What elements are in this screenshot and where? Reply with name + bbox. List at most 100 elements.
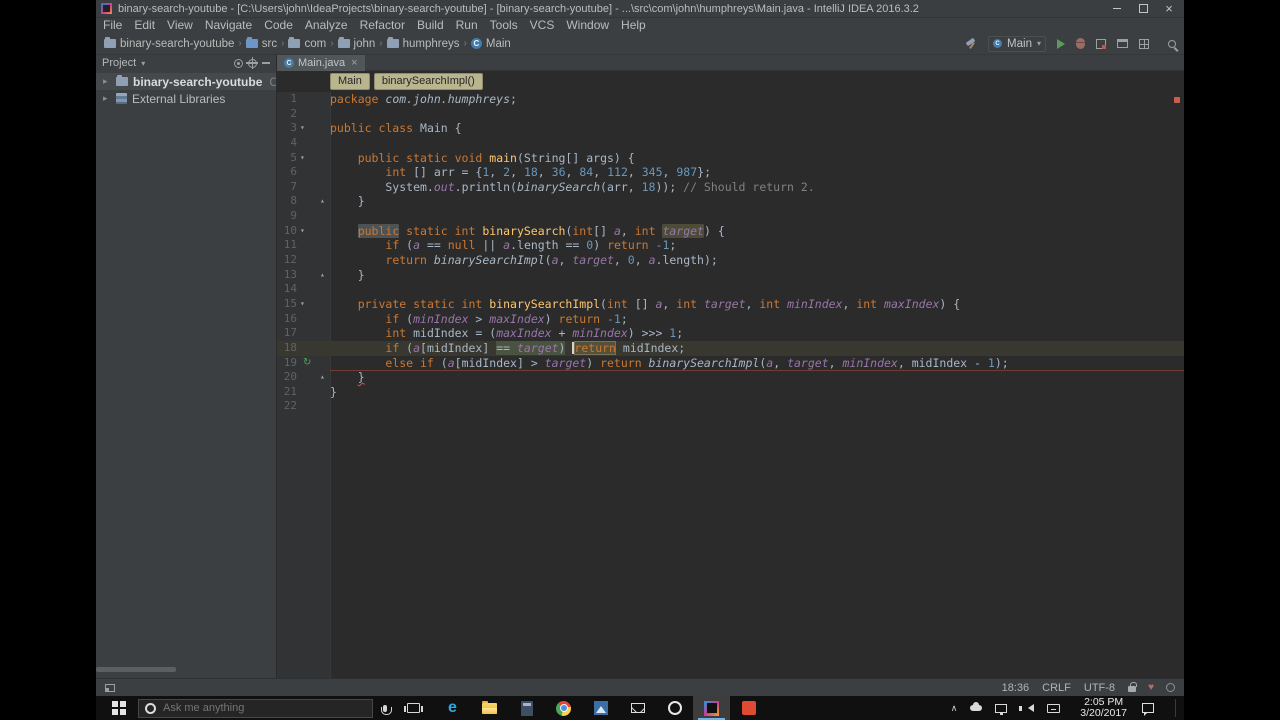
gutter-line-20[interactable]: 20	[277, 370, 330, 385]
gutter-line-1[interactable]: 1	[277, 92, 330, 107]
run-config-selector[interactable]: Main	[988, 35, 1046, 52]
code-line-2[interactable]: 2	[277, 107, 1184, 122]
project-panel-title[interactable]: Project	[102, 57, 136, 69]
toolwindow-switcher-icon[interactable]	[105, 683, 115, 692]
gutter-line-3[interactable]: 3	[277, 121, 330, 136]
restore-button[interactable]	[1130, 1, 1156, 17]
gutter-line-4[interactable]: 4	[277, 136, 330, 151]
gutter-line-18[interactable]: 18	[277, 341, 330, 356]
menu-build[interactable]: Build	[411, 18, 450, 33]
fold-down-icon[interactable]	[300, 151, 305, 166]
menu-navigate[interactable]: Navigate	[199, 18, 258, 33]
chevron-right-icon[interactable]	[103, 76, 111, 87]
menu-analyze[interactable]: Analyze	[299, 18, 354, 33]
hide-panel-icon[interactable]	[262, 62, 270, 64]
gutter-line-9[interactable]: 9	[277, 209, 330, 224]
error-indicator-icon[interactable]	[1174, 97, 1180, 103]
menu-tools[interactable]: Tools	[484, 18, 524, 33]
code-line-4[interactable]: 4	[277, 136, 1184, 151]
code-line-6[interactable]: 6 int [] arr = {1, 2, 18, 36, 84, 112, 3…	[277, 165, 1184, 180]
fold-up-icon[interactable]	[320, 268, 325, 283]
taskbar-app-intellij-idea[interactable]	[693, 696, 730, 720]
code-line-17[interactable]: 17 int midIndex = (maxIndex + minIndex) …	[277, 326, 1184, 341]
code-line-22[interactable]: 22	[277, 399, 1184, 414]
code-line-12[interactable]: 12 return binarySearchImpl(a, target, 0,…	[277, 253, 1184, 268]
coverage-button[interactable]	[1096, 38, 1106, 49]
caret-position[interactable]: 18:36	[1002, 682, 1030, 694]
breadcrumb-item-binary-search-youtube[interactable]: binary-search-youtube	[104, 37, 234, 50]
breadcrumb-item-main[interactable]: Main	[470, 38, 511, 50]
breadcrumb-item-humphreys[interactable]: humphreys	[386, 37, 460, 50]
taskbar-app-music[interactable]	[656, 696, 693, 720]
menu-window[interactable]: Window	[560, 18, 615, 33]
taskbar-app-mail[interactable]	[619, 696, 656, 720]
breadcrumb-method[interactable]: binarySearchImpl()	[373, 73, 483, 90]
chevron-down-icon[interactable]	[141, 59, 145, 68]
action-center-icon[interactable]	[1142, 703, 1154, 716]
toolwindow-button[interactable]	[1117, 39, 1128, 48]
taskbar-app-chrome[interactable]	[545, 696, 582, 720]
code-line-18[interactable]: 18 if (a[midIndex] == target) return mid…	[277, 340, 1184, 356]
readonly-lock-icon[interactable]	[1128, 682, 1137, 692]
touch-keyboard-icon[interactable]	[1047, 703, 1061, 713]
code-line-19[interactable]: 19 else if (a[midIndex] > target) return…	[277, 356, 1184, 371]
gutter-line-17[interactable]: 17	[277, 326, 330, 341]
menu-refactor[interactable]: Refactor	[354, 18, 411, 33]
menu-edit[interactable]: Edit	[128, 18, 161, 33]
onedrive-icon[interactable]	[970, 702, 983, 711]
gutter-line-19[interactable]: 19	[277, 356, 330, 371]
horizontal-scrollbar-thumb[interactable]	[96, 667, 176, 672]
cortana-search-box[interactable]	[138, 698, 373, 718]
taskbar-app-edge[interactable]	[434, 696, 471, 720]
debug-button[interactable]	[1076, 38, 1085, 49]
gutter-line-2[interactable]: 2	[277, 107, 330, 122]
gutter-line-21[interactable]: 21	[277, 385, 330, 400]
menu-file[interactable]: File	[97, 18, 128, 33]
code-line-20[interactable]: 20 }	[277, 370, 1184, 385]
gutter-line-6[interactable]: 6	[277, 165, 330, 180]
start-button[interactable]	[104, 696, 134, 720]
code-line-8[interactable]: 8 }	[277, 194, 1184, 209]
gear-icon[interactable]	[246, 56, 258, 69]
gutter-line-12[interactable]: 12	[277, 253, 330, 268]
fold-up-icon[interactable]	[320, 194, 325, 209]
close-button[interactable]	[1156, 1, 1182, 17]
breadcrumb-item-john[interactable]: john	[337, 37, 375, 50]
fold-down-icon[interactable]	[300, 121, 305, 136]
code-line-3[interactable]: 3public class Main {	[277, 121, 1184, 136]
build-hammer-icon[interactable]	[965, 38, 977, 50]
code-line-1[interactable]: 1 package com.john.humphreys;	[277, 92, 1184, 107]
code-line-9[interactable]: 9	[277, 209, 1184, 224]
tab-main-java[interactable]: Main.java	[277, 55, 365, 71]
code-editor[interactable]: 1package com.john.humphreys;23public cla…	[277, 92, 1184, 678]
breadcrumb-item-com[interactable]: com	[288, 37, 326, 50]
code-line-16[interactable]: 16 if (minIndex > maxIndex) return -1;	[277, 312, 1184, 327]
minimize-button[interactable]	[1104, 1, 1130, 17]
gutter-line-16[interactable]: 16	[277, 312, 330, 327]
title-bar[interactable]: binary-search-youtube - [C:\Users\john\I…	[96, 0, 1184, 18]
code-line-11[interactable]: 11 if (a == null || a.length == 0) retur…	[277, 238, 1184, 253]
chevron-right-icon[interactable]	[103, 93, 111, 104]
breadcrumb-class[interactable]: Main	[330, 73, 370, 90]
show-desktop-button[interactable]	[1175, 699, 1178, 717]
network-icon[interactable]	[995, 703, 1008, 715]
taskbar-app-file-explorer[interactable]	[471, 696, 508, 720]
hidden-icons-chevron-icon[interactable]	[951, 703, 958, 714]
gutter-line-5[interactable]: 5	[277, 151, 330, 166]
menu-vcs[interactable]: VCS	[524, 18, 561, 33]
taskbar-app-calculator[interactable]	[508, 696, 545, 720]
run-button[interactable]	[1057, 38, 1065, 49]
menu-code[interactable]: Code	[258, 18, 299, 33]
search-everywhere-icon[interactable]	[1168, 39, 1176, 48]
code-line-10[interactable]: 10 public static int binarySearch(int[] …	[277, 223, 1184, 239]
gutter-line-10[interactable]: 10	[277, 224, 330, 239]
taskbar-app-photos[interactable]	[582, 696, 619, 720]
gutter-line-7[interactable]: 7	[277, 180, 330, 195]
line-separator-indicator[interactable]: CRLF	[1042, 682, 1071, 694]
gutter-line-11[interactable]: 11	[277, 238, 330, 253]
tree-item-binary-search-youtube[interactable]: binary-search-youtube C:\Users\joh	[96, 73, 276, 90]
volume-icon[interactable]	[1019, 704, 1035, 712]
code-line-14[interactable]: 14	[277, 282, 1184, 297]
taskbar-app-recorder[interactable]	[730, 696, 767, 720]
task-view-icon[interactable]	[404, 703, 423, 713]
